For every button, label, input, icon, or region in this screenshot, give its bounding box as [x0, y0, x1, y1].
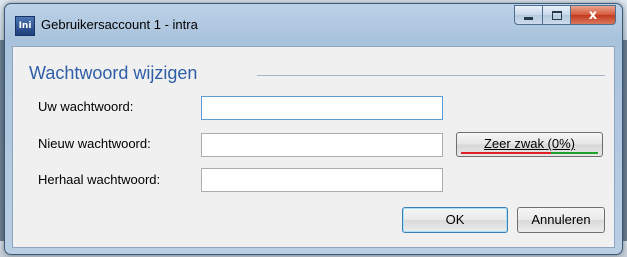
- close-button[interactable]: x: [571, 5, 616, 25]
- close-icon: x: [588, 7, 598, 23]
- cancel-button[interactable]: Annuleren: [517, 207, 605, 233]
- current-password-label: Uw wachtwoord:: [38, 99, 134, 114]
- password-strength-button[interactable]: Zeer zwak (0%): [456, 132, 603, 157]
- group-title: Wachtwoord wijzigen: [29, 63, 198, 83]
- window-title: Gebruikersaccount 1 - intra: [41, 17, 198, 32]
- password-strength-label: Zeer zwak (0%): [483, 136, 576, 151]
- strength-bar-strong: [551, 152, 598, 154]
- new-password-label: Nieuw wachtwoord:: [38, 136, 151, 151]
- current-password-field[interactable]: [201, 96, 443, 120]
- ok-button[interactable]: OK: [402, 207, 508, 233]
- new-password-field[interactable]: [201, 133, 443, 157]
- group-divider: [257, 75, 605, 76]
- maximize-icon: [551, 10, 562, 20]
- strength-bar-weak: [461, 152, 551, 154]
- app-icon: Ini: [15, 16, 35, 36]
- repeat-password-field[interactable]: [201, 168, 443, 192]
- dialog-content: Wachtwoord wijzigen Uw wachtwoord: Nieuw…: [12, 46, 615, 248]
- title-bar[interactable]: Ini Gebruikersaccount 1 - intra x: [5, 4, 622, 46]
- maximize-button[interactable]: [542, 5, 571, 25]
- minimize-button[interactable]: [514, 5, 542, 25]
- repeat-password-label: Herhaal wachtwoord:: [38, 172, 161, 187]
- dialog-window: Ini Gebruikersaccount 1 - intra x Wachtw…: [4, 3, 623, 255]
- caption-buttons: x: [514, 5, 616, 25]
- minimize-icon: [524, 16, 533, 20]
